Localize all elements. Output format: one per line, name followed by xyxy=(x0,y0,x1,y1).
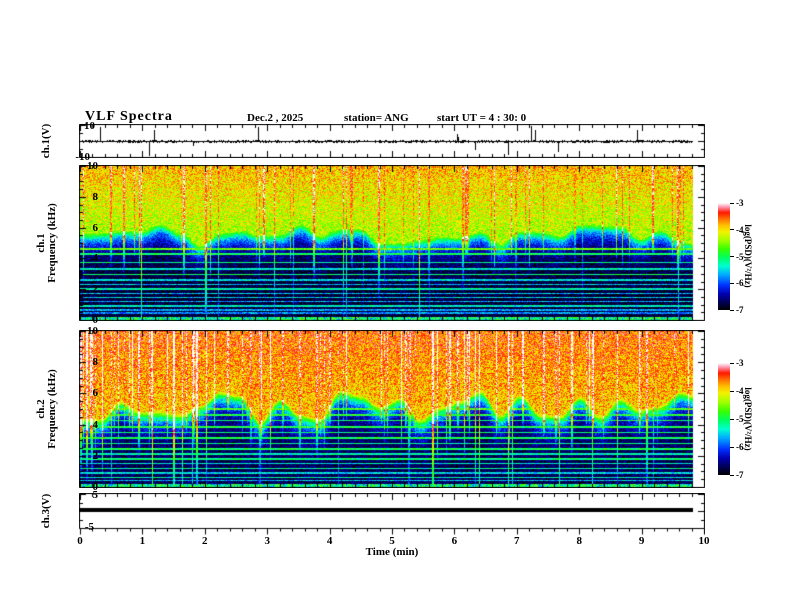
ch2-freq-tick-label: 2 xyxy=(92,449,99,462)
ch1-freq-tick-label: 6 xyxy=(92,221,99,234)
x-tick-label: 1 xyxy=(139,535,146,547)
ch2-freq-tick-label: 4 xyxy=(92,418,99,431)
ch1-freq-tick-label: 8 xyxy=(92,190,99,203)
colorbar-tick xyxy=(730,474,734,476)
colorbar-tick-label: -7 xyxy=(736,305,744,315)
colorbar-tick-label: -6 xyxy=(736,278,744,289)
ch1-frequency-axis-title: ch.1 Frequency (kHz) xyxy=(35,203,58,283)
colorbar-tick xyxy=(730,202,734,204)
colorbar-tick-label: -4 xyxy=(736,386,744,396)
ch3-voltage-axis-title: ch.3(V) xyxy=(40,493,52,529)
ch2-freq-tick-label: 10 xyxy=(87,325,98,337)
colorbar-tick xyxy=(730,362,734,364)
x-tick-label: 0 xyxy=(77,535,83,547)
colorbar-tick-label: -3 xyxy=(736,358,744,368)
ch1-freq-tick-label: 10 xyxy=(87,160,98,172)
colorbar-tick-label: -6 xyxy=(736,442,744,452)
colorbar-ch1 xyxy=(718,203,730,310)
colorbar-tick xyxy=(730,282,734,284)
station-label: station= ANG xyxy=(344,112,409,124)
ch2-spectrogram-plot xyxy=(79,330,705,488)
colorbar-tick xyxy=(730,309,734,311)
ch1-y-tick-label: 10 xyxy=(84,120,95,132)
x-tick-label: 10 xyxy=(698,535,710,547)
ch1-freq-tick-label: 4 xyxy=(92,252,99,265)
colorbar-ch2 xyxy=(718,363,730,475)
ch2-freq-tick-label: 8 xyxy=(92,356,99,369)
colorbar-tick xyxy=(730,446,734,448)
plot-title: VLF Spectra xyxy=(85,109,173,124)
x-axis-title: Time (min) xyxy=(365,546,419,558)
x-tick-label: 2 xyxy=(202,535,208,547)
x-tick-label: 8 xyxy=(576,535,582,547)
colorbar-tick-label: -5 xyxy=(736,251,744,262)
colorbar-tick xyxy=(730,390,734,392)
colorbar-tick-label: -3 xyxy=(736,198,744,208)
colorbar-ch1-title: log(PSD)(V²/Hz) xyxy=(743,224,753,288)
colorbar-tick xyxy=(730,256,734,257)
x-tick-label: 5 xyxy=(389,535,395,547)
x-tick-label: 9 xyxy=(638,535,645,547)
x-tick-label: 3 xyxy=(264,535,270,547)
colorbar-tick xyxy=(730,418,734,420)
ch3-y-tick-label: 5 xyxy=(92,489,99,501)
ch1-voltage-axis-title: ch.1(V) xyxy=(40,123,52,159)
colorbar-tick xyxy=(730,229,734,231)
ch3-waveform-plot xyxy=(79,493,705,537)
x-tick-label: 4 xyxy=(326,535,333,547)
ch2-frequency-axis-title-line2: Frequency (kHz) xyxy=(46,369,58,449)
x-tick-label: 7 xyxy=(514,535,520,547)
ch1-spectrogram-plot xyxy=(79,165,705,321)
ch2-frequency-axis-title: ch.2 Frequency (kHz) xyxy=(35,369,58,449)
ch1-waveform-plot xyxy=(79,124,705,158)
colorbar-tick-label: -4 xyxy=(736,224,744,235)
x-tick-label: 6 xyxy=(451,535,458,547)
start-ut-label: start UT = 4 : 30: 0 xyxy=(437,112,527,124)
ch1-frequency-axis-title-line2: Frequency (kHz) xyxy=(46,203,58,283)
colorbar-ch2-title: log(PSD)(V²/Hz) xyxy=(743,387,753,451)
ch2-freq-tick-label: 6 xyxy=(92,387,99,400)
colorbar-tick-label: -7 xyxy=(736,470,744,480)
ch3-y-tick-label: -5 xyxy=(84,521,94,533)
colorbar-tick-label: -5 xyxy=(736,414,744,424)
ch1-freq-tick-label: 2 xyxy=(92,283,99,296)
date-label: Dec.2 , 2025 xyxy=(247,112,304,124)
